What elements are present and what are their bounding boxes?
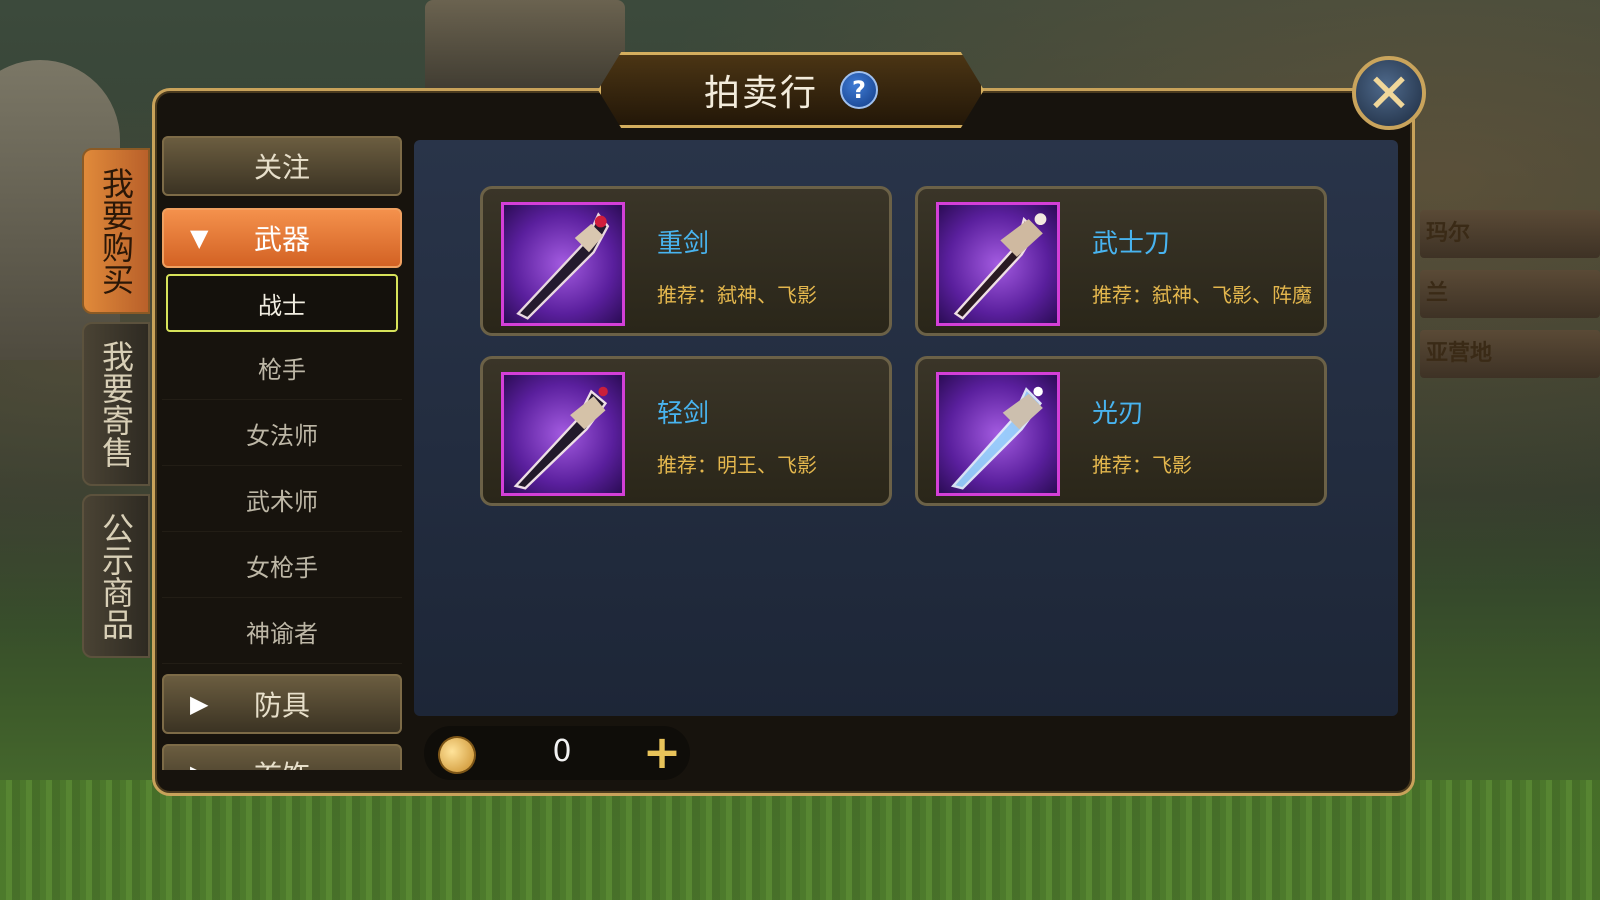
tab-buy-label: 我要购买	[97, 167, 135, 295]
item-card[interactable]: 重剑 推荐：弑神、飞影	[480, 186, 892, 336]
triangle-right-icon: ▶	[190, 760, 208, 770]
item-grid-area: 重剑 推荐：弑神、飞影 武士刀 推荐：弑神、飞影、阵魔 轻剑 推荐：明王、飞影 …	[414, 140, 1398, 716]
category-weapons-label: 武器	[253, 223, 310, 256]
category-armor-label: 防具	[253, 689, 310, 722]
subcategory-label: 女法师	[246, 422, 318, 450]
item-name: 武士刀	[1092, 229, 1171, 259]
category-accessory-label: 首饰	[254, 754, 310, 770]
subcategory-mage-female[interactable]: 女法师	[162, 402, 402, 466]
subcategory-label: 枪手	[258, 356, 306, 384]
light-sword-icon	[501, 372, 625, 496]
item-name: 轻剑	[657, 399, 710, 429]
light-blade-icon	[936, 372, 1060, 496]
background-post	[425, 0, 625, 95]
tab-buy[interactable]: 我要购买	[82, 148, 150, 314]
triangle-down-icon: ▼	[190, 224, 209, 252]
close-button[interactable]: ✕	[1352, 56, 1426, 130]
item-recommend: 推荐：飞影	[1092, 453, 1192, 477]
subcategory-gunner-female[interactable]: 女枪手	[162, 534, 402, 598]
sign-line-1: 玛尔	[1420, 210, 1600, 258]
plus-icon: +	[642, 725, 682, 779]
category-follow-label: 关注	[253, 151, 310, 184]
tab-public-items-label: 公示商品	[97, 512, 135, 640]
page-title: 拍卖行	[703, 73, 818, 114]
background-grass	[0, 780, 1600, 900]
subcategory-label: 武术师	[246, 488, 318, 516]
subcategory-gunner[interactable]: 枪手	[162, 336, 402, 400]
item-recommend: 推荐：弑神、飞影	[657, 283, 817, 307]
currency-bar: 0 +	[424, 726, 690, 780]
tab-public-items[interactable]: 公示商品	[82, 494, 150, 658]
item-recommend: 推荐：弑神、飞影、阵魔	[1092, 283, 1312, 307]
item-card[interactable]: 轻剑 推荐：明王、飞影	[480, 356, 892, 506]
subcategory-fighter[interactable]: 武术师	[162, 468, 402, 532]
subcategory-label: 战士	[258, 291, 306, 320]
item-name: 重剑	[657, 229, 710, 259]
coin-count: 0	[552, 734, 572, 769]
category-weapons[interactable]: ▼ 武器	[162, 208, 402, 268]
category-accessory[interactable]: ▶ 首饰	[162, 744, 402, 770]
category-list: 关注 ▼ 武器 战士 枪手 女法师 武术师 女枪手 神谕者 ▶ 防具 ▶ 首饰	[162, 136, 402, 770]
background-signpost: 玛尔 兰 亚营地	[1420, 210, 1600, 380]
coin-icon	[432, 730, 482, 780]
item-recommend: 推荐：明王、飞影	[657, 453, 817, 477]
item-name: 光刃	[1092, 399, 1145, 429]
category-armor[interactable]: ▶ 防具	[162, 674, 402, 734]
help-icon[interactable]: ?	[840, 71, 878, 109]
category-follow[interactable]: 关注	[162, 136, 402, 196]
item-card[interactable]: 武士刀 推荐：弑神、飞影、阵魔	[915, 186, 1327, 336]
triangle-right-icon: ▶	[190, 690, 209, 718]
item-card[interactable]: 光刃 推荐：飞影	[915, 356, 1327, 506]
add-currency-button[interactable]: +	[640, 728, 684, 776]
close-icon: ✕	[1366, 61, 1412, 125]
heavy-sword-icon	[501, 202, 625, 326]
sign-line-2: 兰	[1420, 270, 1600, 318]
tab-sell[interactable]: 我要寄售	[82, 322, 150, 486]
tab-sell-label: 我要寄售	[97, 340, 135, 468]
subcategory-warrior[interactable]: 战士	[166, 274, 398, 332]
subcategory-label: 神谕者	[246, 620, 318, 648]
subcategory-label: 女枪手	[246, 554, 318, 582]
subcategory-oracle[interactable]: 神谕者	[162, 600, 402, 664]
sign-line-3: 亚营地	[1420, 330, 1600, 378]
katana-icon	[936, 202, 1060, 326]
title-plate: 拍卖行 ?	[598, 52, 984, 128]
